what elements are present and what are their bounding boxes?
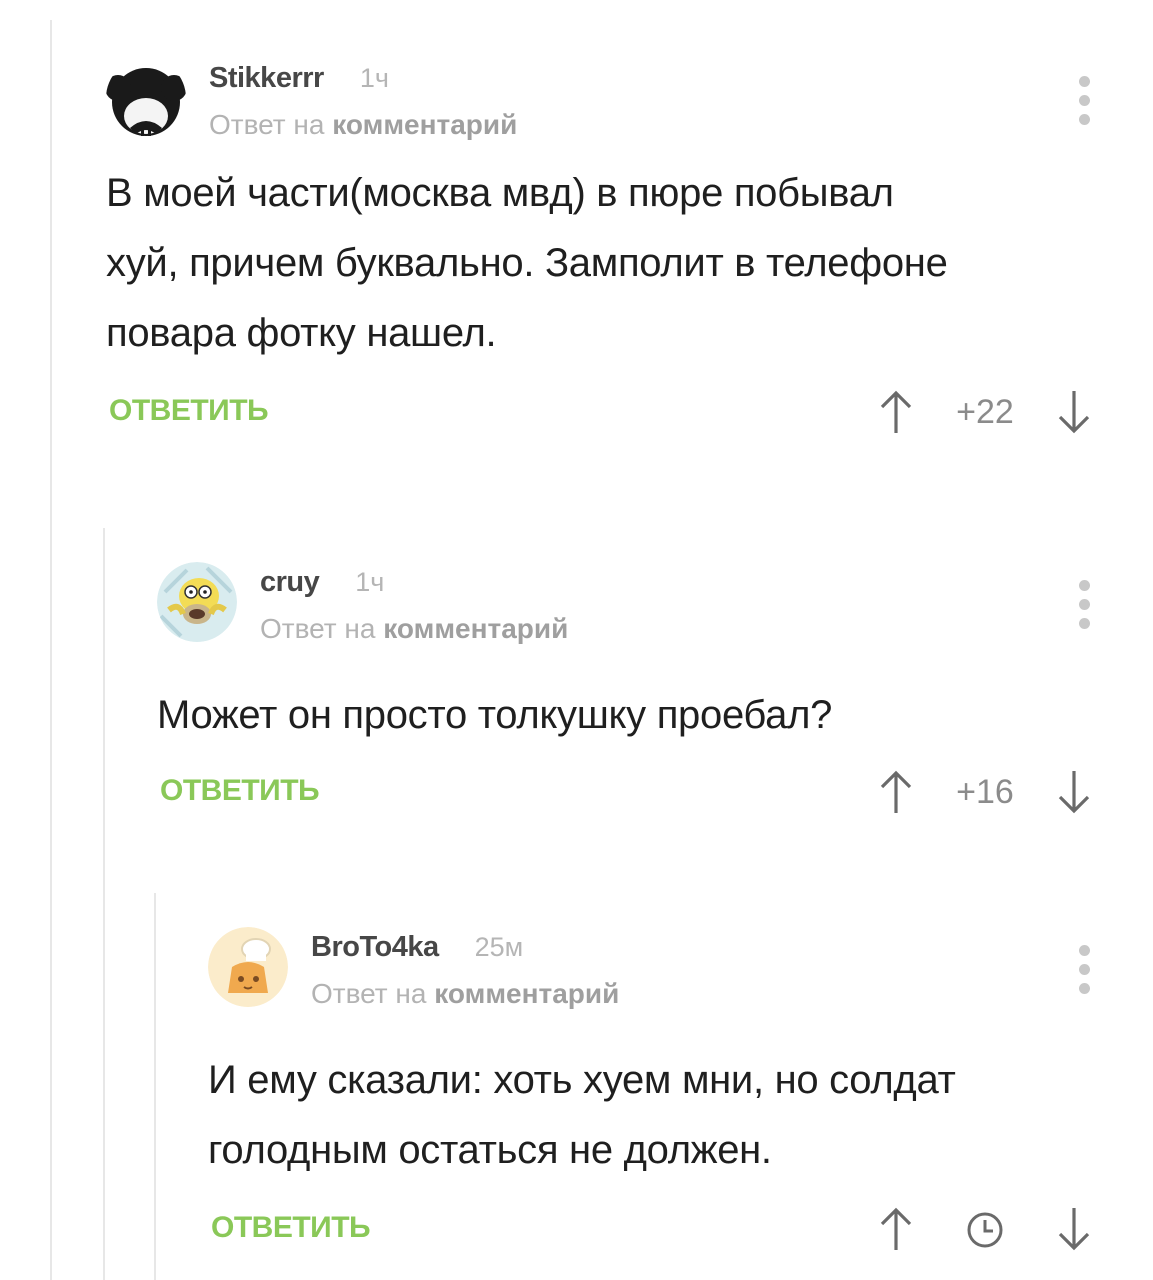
vote-score: +22 (956, 392, 1014, 431)
comment-text: И ему сказали: хоть хуем мни, но солдат … (208, 1045, 1153, 1185)
comment-text: Может он просто толкушку проебал? (157, 680, 1153, 750)
comment-actions: ОТВЕТИТЬ +16 (157, 762, 1153, 822)
comment-meta: BroTo4ka 25м Ответ на комментарий (311, 931, 619, 1010)
upvote-arrow-icon[interactable] (879, 769, 913, 815)
chef-avatar-icon[interactable] (208, 927, 288, 1007)
vote-controls: +22 (879, 382, 1091, 442)
reply-to-prefix: Ответ на (209, 109, 325, 140)
homer-simpson-avatar-icon[interactable] (157, 562, 237, 642)
comment-text-line: хуй, причем буквально. Замполит в телефо… (106, 241, 948, 285)
vote-controls (879, 1199, 1091, 1259)
reply-to-link[interactable]: комментарий (383, 613, 568, 644)
comment-text-line: В моей части(москва мвд) в пюре побывал (106, 171, 894, 215)
reply-to-prefix: Ответ на (260, 613, 376, 644)
comment-stikkerrr: Stikkerrr 1ч Ответ на комментарий В моей… (106, 58, 1153, 442)
reply-to-prefix: Ответ на (311, 978, 427, 1009)
more-options-icon[interactable] (1077, 580, 1091, 637)
reply-to-line: Ответ на комментарий (209, 109, 517, 141)
thread-line-level-1 (50, 20, 52, 1280)
thread-line-level-2 (103, 528, 105, 1280)
clock-icon (967, 1212, 1003, 1247)
more-options-icon[interactable] (1077, 945, 1091, 1002)
comment-time: 1ч (359, 63, 389, 93)
author-name[interactable]: Stikkerrr (209, 62, 324, 95)
comment-meta: cruy 1ч Ответ на комментарий (260, 566, 568, 645)
comment-header: Stikkerrr 1ч Ответ на комментарий (106, 58, 1153, 158)
vote-score-pending (953, 1208, 1017, 1249)
mickey-mouse-avatar-icon[interactable] (106, 58, 186, 138)
comment-time: 25м (474, 932, 524, 962)
downvote-arrow-icon[interactable] (1057, 1206, 1091, 1252)
comment-text-line: Может он просто толкушку проебал? (157, 693, 833, 737)
comment-actions: ОТВЕТИТЬ (208, 1199, 1153, 1259)
downvote-arrow-icon[interactable] (1057, 389, 1091, 435)
reply-button[interactable]: ОТВЕТИТЬ (109, 394, 269, 428)
comment-actions: ОТВЕТИТЬ +22 (106, 382, 1153, 442)
upvote-arrow-icon[interactable] (879, 1206, 913, 1252)
comment-text-line: повара фотку нашел. (106, 311, 497, 355)
reply-button[interactable]: ОТВЕТИТЬ (160, 774, 320, 808)
comment-text-line: И ему сказали: хоть хуем мни, но солдат (208, 1058, 956, 1102)
comment-meta: Stikkerrr 1ч Ответ на комментарий (209, 62, 517, 141)
comment-text: В моей части(москва мвд) в пюре побывал … (106, 158, 1153, 368)
comment-header: cruy 1ч Ответ на комментарий (157, 562, 1153, 662)
comment-cruy: cruy 1ч Ответ на комментарий Может он пр… (157, 562, 1153, 822)
reply-to-line: Ответ на комментарий (311, 978, 619, 1010)
vote-score: +16 (956, 772, 1014, 811)
downvote-arrow-icon[interactable] (1057, 769, 1091, 815)
comment-text-line: голодным остаться не должен. (208, 1128, 772, 1172)
comment-time: 1ч (355, 567, 385, 597)
reply-to-link[interactable]: комментарий (434, 978, 619, 1009)
reply-button[interactable]: ОТВЕТИТЬ (211, 1211, 371, 1245)
author-name[interactable]: cruy (260, 566, 320, 599)
reply-to-line: Ответ на комментарий (260, 613, 568, 645)
vote-controls: +16 (879, 762, 1091, 822)
comment-broto4ka: BroTo4ka 25м Ответ на комментарий И ему … (208, 927, 1153, 1259)
reply-to-link[interactable]: комментарий (332, 109, 517, 140)
comment-header: BroTo4ka 25м Ответ на комментарий (208, 927, 1153, 1027)
author-name[interactable]: BroTo4ka (311, 931, 439, 964)
more-options-icon[interactable] (1077, 76, 1091, 133)
thread-line-level-3 (154, 893, 156, 1280)
upvote-arrow-icon[interactable] (879, 389, 913, 435)
